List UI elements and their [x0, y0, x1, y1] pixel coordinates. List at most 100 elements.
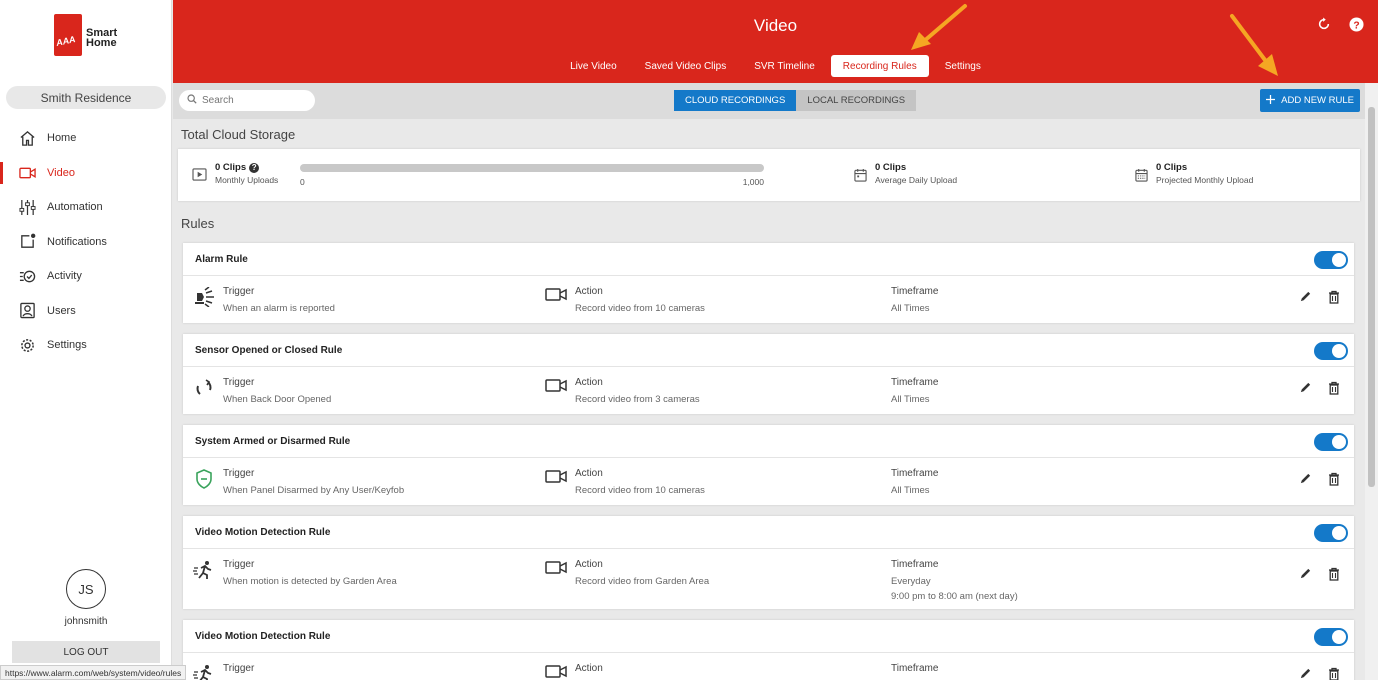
help-icon[interactable]: ?: [1348, 16, 1364, 32]
timeframe-value: Everyday: [891, 576, 931, 587]
rule-action: Action Record video from 3 cameras: [545, 377, 700, 405]
motion-icon: [193, 664, 215, 680]
tab-recording-rules[interactable]: Recording Rules: [830, 55, 929, 77]
tab-settings[interactable]: Settings: [933, 55, 993, 77]
sidebar-item-users[interactable]: Users: [0, 294, 172, 329]
logout-button[interactable]: LOG OUT: [12, 641, 160, 663]
delete-icon[interactable]: [1328, 290, 1340, 307]
gear-icon: [18, 336, 36, 354]
rule-action: Action Record video from Garden Area: [545, 559, 709, 587]
monthly-uploads: 0 Clips? Monthly Uploads: [192, 162, 278, 185]
scrollbar-thumb[interactable]: [1368, 107, 1375, 487]
edit-icon[interactable]: [1299, 290, 1312, 307]
main-content: Total Cloud Storage 0 Clips? Monthly Upl…: [173, 119, 1365, 680]
rules-title: Rules: [181, 216, 215, 231]
add-new-rule-label: ADD NEW RULE: [1281, 95, 1354, 106]
tab-svr-timeline[interactable]: SVR Timeline: [742, 55, 827, 77]
timeframe-value: All Times: [891, 303, 930, 314]
action-label: Action: [575, 377, 603, 388]
sidebar-item-automation[interactable]: Automation: [0, 190, 172, 225]
rule-name: Sensor Opened or Closed Rule: [195, 344, 343, 356]
sidebar-item-label: Video: [47, 166, 75, 179]
timeframe-value: All Times: [891, 394, 930, 405]
average-daily-upload: 0 Clips Average Daily Upload: [854, 162, 957, 185]
avatar[interactable]: JS: [66, 569, 106, 609]
timeframe-label: Timeframe: [891, 468, 939, 479]
edit-icon[interactable]: [1299, 667, 1312, 680]
logo[interactable]: AAA Smart Home: [54, 14, 117, 56]
local-recordings-button[interactable]: LOCAL RECORDINGS: [796, 90, 917, 111]
rule-card: Video Motion Detection Rule Trigger Acti…: [183, 620, 1354, 680]
video-camera-icon: [545, 287, 567, 307]
projected-monthly-upload: 0 Clips Projected Monthly Upload: [1135, 162, 1253, 185]
edit-icon[interactable]: [1299, 472, 1312, 489]
rule-enabled-toggle[interactable]: [1314, 251, 1348, 269]
daily-upload-label: Average Daily Upload: [875, 175, 958, 185]
action-value: Record video from 10 cameras: [575, 485, 705, 496]
plus-icon: [1266, 94, 1276, 107]
delete-icon[interactable]: [1328, 567, 1340, 584]
tab-live-video[interactable]: Live Video: [558, 55, 629, 77]
rule-timeframe: Timeframe All Times: [891, 377, 938, 405]
storage-bar-max: 1,000: [742, 177, 764, 187]
rule-timeframe: Timeframe All Times: [891, 468, 938, 496]
edit-icon[interactable]: [1299, 381, 1312, 398]
logo-line2: Home: [86, 37, 117, 49]
sidebar-item-activity[interactable]: Activity: [0, 259, 172, 294]
video-camera-icon: [545, 469, 567, 489]
action-label: Action: [575, 559, 603, 570]
rule-timeframe: Timeframe Everyday 9:00 pm to 8:00 am (nex…: [891, 559, 1018, 602]
rule-card: Sensor Opened or Closed Rule Trigger When…: [183, 334, 1354, 414]
rule-enabled-toggle[interactable]: [1314, 628, 1348, 646]
timeframe-label: Timeframe: [891, 663, 939, 674]
add-new-rule-button[interactable]: ADD NEW RULE: [1260, 89, 1360, 112]
rule-actions: [1299, 472, 1340, 489]
rule-header: System Armed or Disarmed Rule: [183, 425, 1354, 458]
rule-actions: [1299, 567, 1340, 584]
annotation-arrow: [911, 4, 967, 50]
projected-upload-value: 0 Clips: [1156, 162, 1188, 173]
rule-card: Alarm Rule Trigger When an alarm is repor…: [183, 243, 1354, 323]
rule-name: Video Motion Detection Rule: [195, 630, 331, 642]
sidebar-item-home[interactable]: Home: [0, 121, 172, 156]
refresh-icon[interactable]: [1316, 16, 1332, 32]
monthly-uploads-value: 0 Clips: [215, 162, 247, 173]
video-camera-icon: [18, 164, 36, 182]
storage-bar-track: [300, 164, 764, 172]
cloud-storage-panel: 0 Clips? Monthly Uploads 0 1,000 0 Clips…: [178, 149, 1360, 201]
sidebar-item-video[interactable]: Video: [0, 156, 172, 191]
search-input[interactable]: [202, 95, 302, 106]
motion-icon: [193, 560, 215, 580]
page-title: Video: [753, 16, 798, 35]
rule-enabled-toggle[interactable]: [1314, 524, 1348, 542]
sidebar-item-notifications[interactable]: Notifications: [0, 225, 172, 260]
sidebar-nav: Home Video Automation Notifications Acti…: [0, 121, 172, 363]
sidebar-item-settings[interactable]: Settings: [0, 328, 172, 363]
recording-type-toggle: CLOUD RECORDINGS LOCAL RECORDINGS: [674, 90, 917, 111]
delete-icon[interactable]: [1328, 667, 1340, 680]
residence-selector[interactable]: Smith Residence: [6, 86, 166, 109]
rule-timeframe: Timeframe All Times: [891, 286, 938, 314]
svg-text:?: ?: [1353, 20, 1359, 31]
monthly-uploads-label: Monthly Uploads: [215, 175, 279, 185]
activity-icon: [18, 267, 36, 285]
rule-enabled-toggle[interactable]: [1314, 342, 1348, 360]
delete-icon[interactable]: [1328, 381, 1340, 398]
help-icon[interactable]: ?: [249, 162, 260, 173]
timeframe-label: Timeframe: [891, 377, 939, 388]
rule-enabled-toggle[interactable]: [1314, 433, 1348, 451]
rule-trigger: Trigger When Panel Disarmed by Any User/K…: [193, 468, 404, 496]
home-icon: [18, 129, 36, 147]
page-scrollbar[interactable]: [1365, 83, 1378, 680]
rule-header: Video Motion Detection Rule: [183, 620, 1354, 653]
search-box[interactable]: [179, 90, 315, 111]
search-icon: [187, 94, 197, 107]
browser-status-url: https://www.alarm.com/web/system/video/r…: [0, 665, 187, 680]
storage-bar-min: 0: [300, 177, 305, 187]
logo-text: Smart Home: [86, 28, 117, 49]
cloud-recordings-button[interactable]: CLOUD RECORDINGS: [674, 90, 797, 111]
username: johnsmith: [64, 616, 108, 627]
delete-icon[interactable]: [1328, 472, 1340, 489]
tab-saved-video-clips[interactable]: Saved Video Clips: [633, 55, 739, 77]
edit-icon[interactable]: [1299, 567, 1312, 584]
